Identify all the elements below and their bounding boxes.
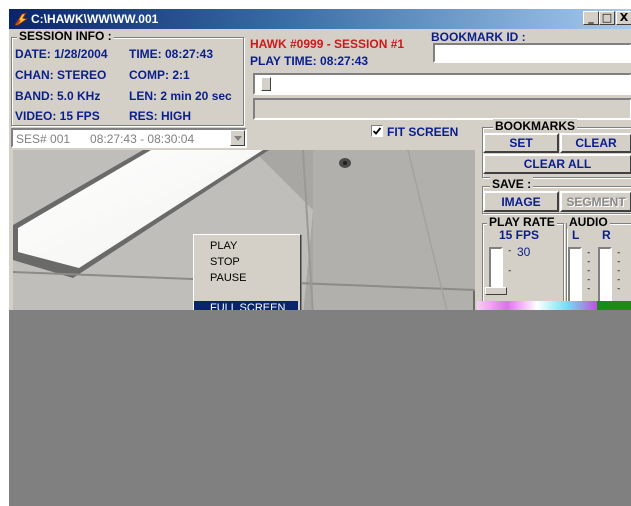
audio-right-label: R	[602, 228, 611, 242]
audio-heading: AUDIO	[567, 215, 610, 229]
session-dropdown[interactable]: SES# 001 08:27:43 - 08:30:04	[11, 128, 247, 148]
menu-item-stop[interactable]: STOP	[194, 255, 298, 270]
comp-text: COMP: 2:1	[129, 68, 190, 82]
len-text: LEN: 2 min 20 sec	[129, 89, 232, 103]
play-time-text: PLAY TIME: 08:27:43	[250, 54, 369, 68]
chan-text: CHAN: STEREO	[15, 68, 107, 82]
bookmark-clear-all-button[interactable]: CLEAR ALL	[483, 154, 631, 174]
bookmark-id-input[interactable]	[433, 43, 631, 63]
video-text: VIDEO: 15 FPS	[15, 109, 100, 123]
fit-screen-label: FIT SCREEN	[387, 125, 459, 139]
hawk-session-title: HAWK #0999 - SESSION #1	[250, 37, 405, 51]
audio-left-meter[interactable]	[568, 247, 582, 303]
position-slider[interactable]	[253, 73, 631, 95]
save-segment-button[interactable]: SEGMENT	[560, 191, 631, 212]
video-context-menu: PLAY STOP PAUSE FULL SCREEN	[193, 234, 301, 320]
audio-left-label: L	[572, 228, 580, 242]
bookmark-set-button[interactable]: SET	[483, 133, 559, 153]
audio-meter-ticks: -----	[616, 248, 622, 294]
checkmark-icon	[372, 127, 382, 135]
close-button[interactable]: X	[616, 11, 631, 25]
window-title: C:\HAWK\WW\WW.001	[31, 12, 159, 26]
progress-bar	[253, 98, 631, 120]
session-info-heading: SESSION INFO :	[17, 29, 114, 43]
bookmark-clear-button[interactable]: CLEAR	[560, 133, 631, 153]
hawk-app-icon	[14, 12, 29, 26]
save-image-button[interactable]: IMAGE	[483, 191, 559, 212]
play-rate-tick-mark: -	[507, 246, 513, 256]
audio-meter-ticks: -----	[586, 248, 592, 294]
audio-right-meter[interactable]	[598, 247, 612, 303]
maximize-button[interactable]: □	[599, 11, 615, 25]
chevron-down-icon	[233, 135, 242, 141]
play-rate-slider-thumb[interactable]	[485, 287, 507, 295]
play-rate-tick-mark: -	[507, 266, 513, 276]
play-rate-value: 15 FPS	[499, 228, 540, 242]
date-text: DATE: 1/28/2004	[15, 47, 108, 61]
menu-item-pause[interactable]: PAUSE	[194, 271, 298, 286]
bookmarks-heading: BOOKMARKS	[493, 119, 577, 133]
fit-screen-checkbox[interactable]	[371, 125, 383, 137]
inactive-region	[9, 310, 631, 506]
app-window: C:\HAWK\WW\WW.001 _ □ X SESSION INFO : D…	[8, 8, 631, 506]
title-bar[interactable]: C:\HAWK\WW\WW.001 _ □ X	[9, 9, 631, 29]
play-rate-slider[interactable]	[489, 247, 503, 289]
menu-item-play[interactable]: PLAY	[194, 239, 298, 254]
session-dropdown-value: SES# 001 08:27:43 - 08:30:04	[16, 132, 195, 146]
res-text: RES: HIGH	[129, 109, 192, 123]
play-rate-tick-label: 30	[517, 245, 531, 259]
minimize-button[interactable]: _	[583, 11, 599, 25]
dropdown-arrow-button[interactable]	[230, 130, 245, 146]
save-heading: SAVE :	[490, 177, 534, 191]
position-slider-thumb[interactable]	[261, 77, 271, 91]
play-rate-heading: PLAY RATE	[487, 215, 557, 229]
band-text: BAND: 5.0 KHz	[15, 89, 101, 103]
time-text: TIME: 08:27:43	[129, 47, 214, 61]
bookmark-id-label: BOOKMARK ID :	[431, 30, 526, 44]
